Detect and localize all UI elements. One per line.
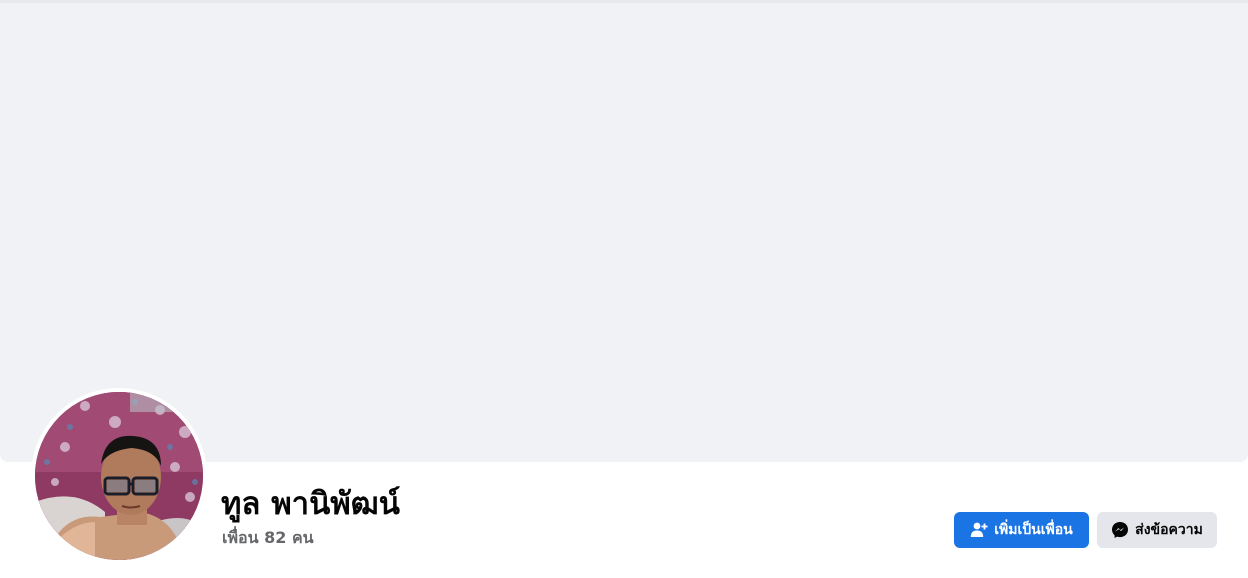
profile-picture[interactable] bbox=[35, 392, 203, 560]
send-message-label: ส่งข้อความ bbox=[1135, 522, 1203, 538]
user-plus-icon bbox=[970, 521, 988, 539]
cover-photo[interactable] bbox=[0, 3, 1248, 462]
friends-count-link[interactable]: เพื่อน 82 คน bbox=[222, 527, 314, 549]
send-message-button[interactable]: ส่งข้อความ bbox=[1097, 512, 1217, 548]
add-friend-button[interactable]: เพิ่มเป็นเพื่อน bbox=[954, 512, 1089, 548]
add-friend-label: เพิ่มเป็นเพื่อน bbox=[994, 522, 1073, 538]
messenger-icon bbox=[1111, 521, 1129, 539]
profile-name: ทูล พานิพัฒน์ bbox=[221, 486, 400, 522]
profile-photo-image bbox=[35, 392, 203, 560]
